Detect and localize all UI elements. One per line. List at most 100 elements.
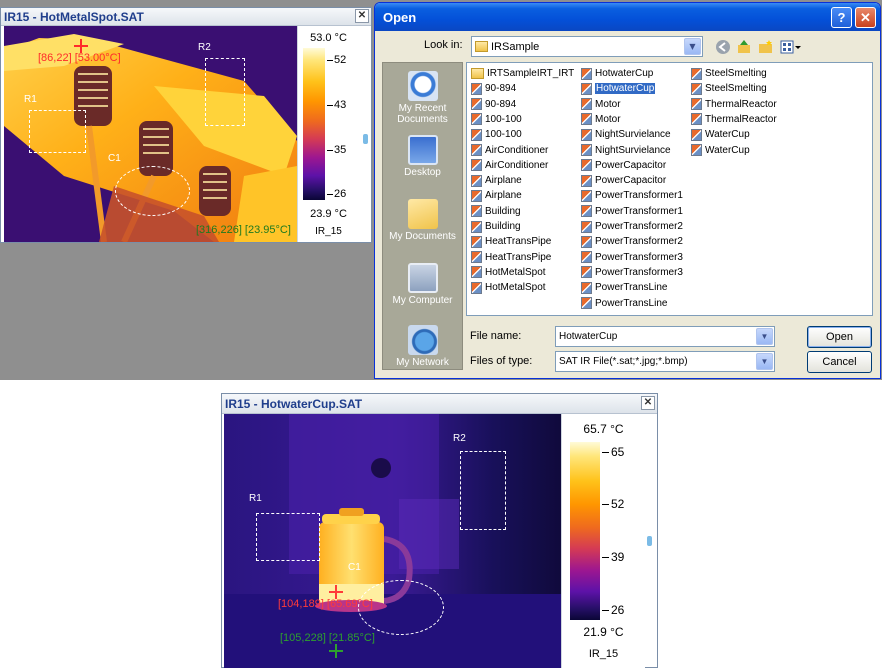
temperature-scale: 65.7 °C 65 52 39 26 21.9 °C IR_15 [561,414,645,668]
help-icon[interactable]: ? [831,7,852,28]
chevron-down-icon[interactable]: ▼ [756,328,773,345]
file-item[interactable]: 100-100 [471,127,522,142]
desktop-icon [407,135,438,165]
file-item[interactable]: AirConditioner [471,158,548,173]
file-name-text: PowerTransLine [595,297,668,309]
ir-file-icon [471,205,482,218]
file-item[interactable]: Building [471,204,521,219]
file-item[interactable]: PowerTransLine [581,296,667,311]
ir-file-icon [581,98,592,111]
chevron-down-icon[interactable]: ▼ [756,353,773,370]
dialog-titlebar[interactable]: Open ? ✕ [375,3,880,31]
file-item[interactable]: Building [471,219,521,234]
view-menu-icon[interactable] [779,38,803,56]
file-item[interactable]: 90-894 [471,97,516,112]
ir-file-icon [471,281,482,294]
file-item[interactable]: HotMetalSpot [471,265,546,280]
scale-tick-label: 26 [611,603,625,617]
temperature-scale: 53.0 °C 52 43 35 26 23.9 °C IR_15 [297,26,359,242]
close-icon[interactable]: ✕ [355,9,369,23]
thermal-image[interactable]: R1 R2 C1 [86,22] [53.00°C] [316,226] [23… [4,26,297,242]
file-item[interactable]: WaterCup [691,127,750,142]
resize-handle[interactable] [363,134,368,144]
file-item[interactable]: SteelSmelting [691,66,767,81]
file-item[interactable]: PowerTransformer3 [581,250,683,265]
ir-file-icon [471,144,482,156]
roi-r2-rectangle[interactable] [205,58,245,126]
file-name-text: HotwaterCup [595,68,654,79]
file-item[interactable]: HotwaterCup [581,81,656,96]
roi-r1-rectangle[interactable] [256,513,320,561]
ir-file-icon [691,98,702,111]
place-my-recent-documents[interactable]: My Recent Documents [383,71,462,125]
file-name-text: NightSurvielance [595,144,671,156]
cold-spot-readout: [105,228] [21.85°C] [280,632,375,644]
scale-max-temp: 65.7 °C [583,422,624,436]
file-name-text: HeatTransPipe [485,251,552,263]
file-name-text: PowerCapacitor [595,159,667,171]
back-arrow-icon[interactable] [714,38,732,56]
scale-tick-label: 35 [334,144,347,156]
file-name-input[interactable]: HotwaterCup ▼ [555,326,775,347]
look-in-dropdown[interactable]: IRSample ▼ [471,36,703,57]
file-item[interactable]: PowerTransformer2 [581,219,683,234]
hot-spot-crosshair-icon [74,39,88,53]
ir-file-icon [471,251,482,264]
file-item[interactable]: Motor [581,112,621,127]
folder-item[interactable]: IRTSampleIRT_IRT [471,66,574,81]
look-in-label: Look in: [424,39,463,51]
file-item[interactable]: PowerTransLine [581,280,667,295]
files-of-type-value: SAT IR File(*.sat;*.jpg;*.bmp) [559,356,688,367]
resize-handle[interactable] [647,536,652,546]
file-item[interactable]: ThermalReactor [691,112,777,127]
cancel-button[interactable]: Cancel [807,351,872,373]
place-desktop[interactable]: Desktop [383,135,462,178]
file-item[interactable]: SteelSmelting [691,81,767,96]
file-item[interactable]: PowerTransformer1 [581,204,683,219]
file-item[interactable]: AirConditioner [471,143,548,158]
file-item[interactable]: 90-894 [471,81,516,96]
file-item[interactable]: Motor [581,97,621,112]
new-folder-icon[interactable] [757,38,775,56]
ir-file-icon [471,189,482,202]
files-of-type-label: Files of type: [470,355,533,367]
file-item[interactable]: HotwaterCup [581,66,653,81]
ir-file-icon [581,113,592,126]
file-item[interactable]: PowerCapacitor [581,173,666,188]
thermal-image[interactable]: R1 R2 C1 [104,189] [65.69°C] [105,228] [… [224,414,561,668]
place-my-documents[interactable]: My Documents [383,199,462,242]
file-item[interactable]: PowerCapacitor [581,158,666,173]
open-button[interactable]: Open [807,326,872,348]
my-computer-icon [407,263,438,293]
ir-window-titlebar[interactable]: IR15 - HotwaterCup.SAT ✕ [222,394,657,414]
file-item[interactable]: HeatTransPipe [471,234,551,249]
place-my-network[interactable]: My Network [383,325,462,368]
ir-window-titlebar[interactable]: IR15 - HotMetalSpot.SAT ✕ [1,8,371,26]
chevron-down-icon[interactable]: ▼ [684,38,701,55]
file-item[interactable]: Airplane [471,173,522,188]
file-name-text: SteelSmelting [705,68,767,79]
file-item[interactable]: ThermalReactor [691,97,777,112]
file-item[interactable]: PowerTransformer3 [581,265,683,280]
file-item[interactable]: NightSurvielance [581,127,671,142]
file-item[interactable]: NightSurvielance [581,143,671,158]
files-of-type-dropdown[interactable]: SAT IR File(*.sat;*.jpg;*.bmp) ▼ [555,351,775,372]
file-list[interactable]: IRTSampleIRT_IRT 90-894 90-894 100-100 100-1… [466,62,873,316]
file-item[interactable]: PowerTransformer2 [581,234,683,249]
file-name-text: AirConditioner [485,159,549,171]
file-item[interactable]: WaterCup [691,143,750,158]
roi-c1-ellipse[interactable] [115,166,190,216]
close-icon[interactable]: ✕ [855,7,876,28]
roi-r2-rectangle[interactable] [460,451,506,530]
up-folder-icon[interactable] [735,38,753,56]
roi-r1-rectangle[interactable] [29,110,86,153]
file-item[interactable]: HeatTransPipe [471,250,551,265]
file-item[interactable]: HotMetalSpot [471,280,546,295]
place-my-computer[interactable]: My Computer [383,263,462,306]
file-item[interactable]: PowerTransformer1 [581,188,683,203]
file-item[interactable]: Airplane [471,188,522,203]
file-item[interactable]: 100-100 [471,112,522,127]
close-icon[interactable]: ✕ [641,396,655,410]
file-name-text: PowerTransformer3 [595,251,683,263]
scale-tick-label: 65 [611,445,625,459]
